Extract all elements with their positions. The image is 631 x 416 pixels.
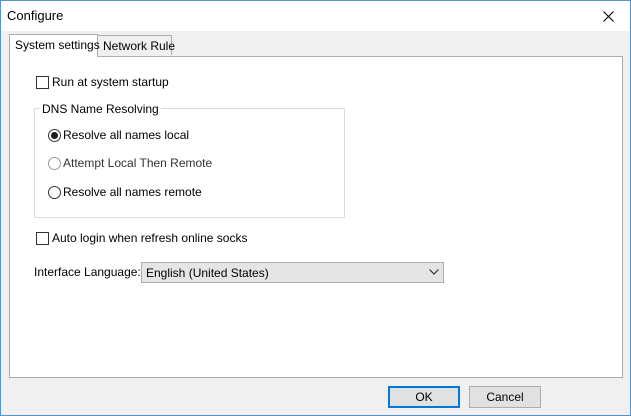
configure-dialog: Configure System settings Network Rule R… bbox=[0, 0, 631, 416]
chevron-down-icon bbox=[429, 269, 439, 275]
auto-login-label[interactable]: Auto login when refresh online socks bbox=[52, 231, 247, 245]
run-at-startup-checkbox[interactable] bbox=[36, 76, 49, 89]
window-title: Configure bbox=[7, 8, 64, 23]
resolve-local-label[interactable]: Resolve all names local bbox=[63, 128, 189, 142]
run-at-startup-label[interactable]: Run at system startup bbox=[52, 75, 169, 89]
interface-language-label: Interface Language: bbox=[34, 265, 141, 279]
tab-network-rule[interactable]: Network Rule bbox=[97, 35, 176, 55]
cancel-button[interactable]: Cancel bbox=[469, 386, 541, 408]
attempt-local-remote-label[interactable]: Attempt Local Then Remote bbox=[63, 156, 212, 170]
close-icon bbox=[602, 10, 614, 22]
tab-label: Network Rule bbox=[103, 39, 176, 53]
ok-button[interactable]: OK bbox=[388, 386, 460, 408]
resolve-local-radio[interactable] bbox=[48, 129, 61, 142]
interface-language-value: English (United States) bbox=[146, 266, 269, 280]
cancel-button-label: Cancel bbox=[486, 390, 524, 404]
resolve-remote-label[interactable]: Resolve all names remote bbox=[63, 185, 202, 199]
system-settings-panel: Run at system startup DNS Name Resolving… bbox=[9, 56, 623, 378]
tab-system-settings[interactable]: System settings bbox=[9, 34, 100, 57]
auto-login-checkbox[interactable] bbox=[36, 232, 49, 245]
close-button[interactable] bbox=[586, 1, 630, 31]
attempt-local-remote-radio[interactable] bbox=[48, 157, 61, 170]
dns-group-title: DNS Name Resolving bbox=[40, 102, 161, 116]
tab-label: System settings bbox=[15, 38, 100, 52]
title-bar: Configure bbox=[1, 1, 630, 31]
interface-language-select[interactable]: English (United States) bbox=[141, 262, 444, 283]
resolve-remote-radio[interactable] bbox=[48, 186, 61, 199]
ok-button-label: OK bbox=[415, 390, 433, 404]
